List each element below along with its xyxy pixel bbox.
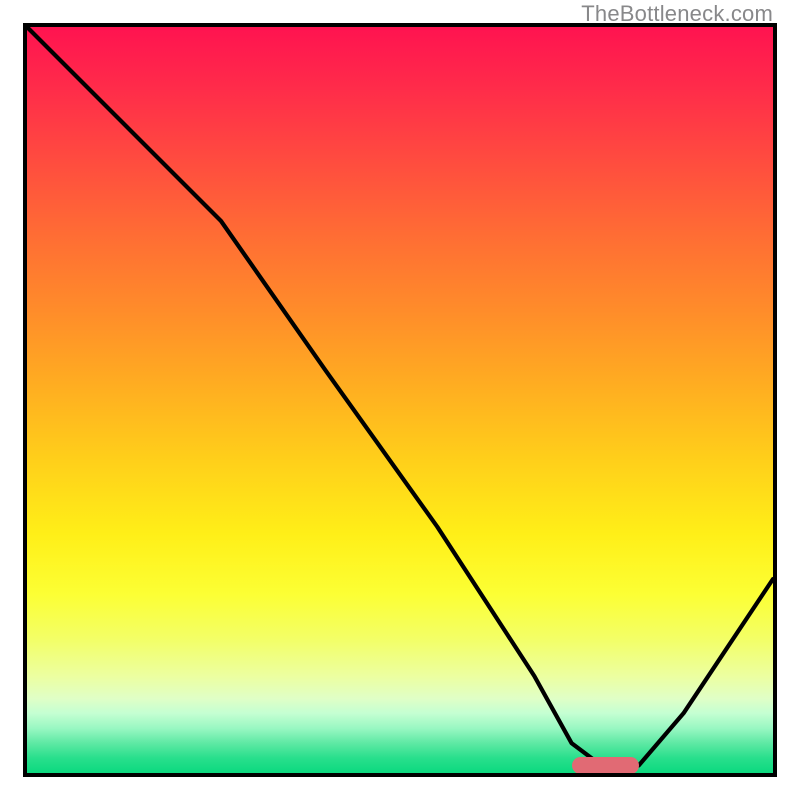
bottleneck-curve	[27, 27, 773, 773]
chart-frame	[23, 23, 777, 777]
optimal-range-marker	[572, 757, 639, 773]
